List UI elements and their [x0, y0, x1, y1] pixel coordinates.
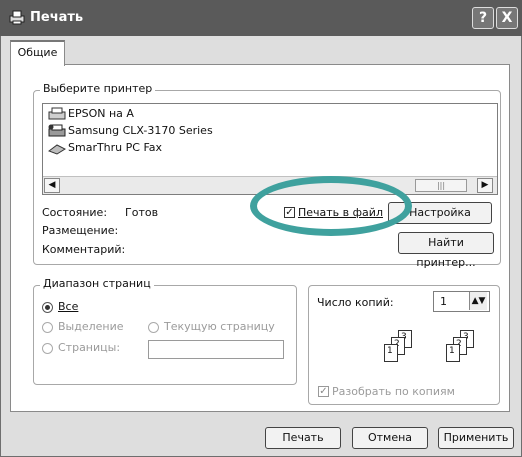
- radio-current-page-label[interactable]: Текущую страницу: [164, 320, 275, 333]
- scroll-right-icon[interactable]: ▶: [477, 178, 493, 193]
- printer-item-label: SmarThru PC Fax: [68, 141, 163, 154]
- fax-icon: [47, 141, 67, 155]
- radio-current-page[interactable]: [148, 322, 159, 333]
- copies-label: Число копий:: [317, 296, 394, 309]
- cancel-button[interactable]: Отмена: [352, 427, 428, 449]
- pages-input[interactable]: [148, 340, 284, 359]
- copies-spinner-icon[interactable]: ▲▼: [469, 292, 487, 310]
- radio-selection[interactable]: [42, 322, 53, 333]
- page-icon: 1: [446, 344, 460, 362]
- scroll-thumb[interactable]: |||: [415, 179, 467, 192]
- status-label: Состояние:: [42, 206, 108, 219]
- printer-icon: [48, 107, 66, 121]
- radio-selection-label[interactable]: Выделение: [58, 320, 124, 333]
- printer-item-fax[interactable]: SmarThru PC Fax: [47, 140, 163, 156]
- collate-illustration-right: 3 2 1: [446, 330, 506, 370]
- window-title: Печать: [30, 10, 84, 25]
- highlight-ellipse: [250, 176, 412, 236]
- location-label: Размещение:: [42, 224, 119, 237]
- copies-value: 1: [440, 295, 447, 308]
- printer-item-label: Samsung CLX-3170 Series: [68, 124, 213, 137]
- printer-item-epson[interactable]: EPSON на А: [48, 106, 134, 122]
- printer-item-label: EPSON на А: [68, 107, 134, 120]
- title-bar[interactable]: Печать ? X: [0, 0, 522, 36]
- radio-all[interactable]: [42, 302, 53, 313]
- comment-label: Комментарий:: [42, 243, 126, 256]
- radio-pages[interactable]: [42, 343, 53, 354]
- page-range-label: Диапазон страниц: [40, 277, 154, 290]
- printer-group-label: Выберите принтер: [40, 82, 156, 95]
- radio-all-label[interactable]: Все: [58, 300, 78, 313]
- radio-pages-label[interactable]: Страницы:: [58, 341, 120, 354]
- collate-checkbox[interactable]: ✓: [318, 386, 329, 397]
- close-button[interactable]: X: [496, 7, 518, 29]
- apply-button[interactable]: Применить: [438, 427, 514, 449]
- print-button[interactable]: Печать: [265, 427, 341, 449]
- page-icon: 1: [384, 344, 398, 362]
- help-button[interactable]: ?: [472, 7, 494, 29]
- printer-list[interactable]: EPSON на А Samsung CLX-3170 Series SmarT…: [42, 103, 498, 195]
- status-value: Готов: [125, 206, 159, 219]
- scroll-left-icon[interactable]: ◀: [44, 178, 60, 193]
- collate-illustration-left: 3 2 1: [384, 330, 444, 370]
- find-printer-button[interactable]: Найти принтер...: [398, 232, 494, 269]
- default-printer-icon: [48, 124, 66, 138]
- printer-item-samsung[interactable]: Samsung CLX-3170 Series: [48, 123, 213, 139]
- printer-icon: [8, 8, 26, 26]
- collate-label[interactable]: Разобрать по копиям: [332, 385, 455, 398]
- tab-general[interactable]: Общие: [10, 40, 65, 66]
